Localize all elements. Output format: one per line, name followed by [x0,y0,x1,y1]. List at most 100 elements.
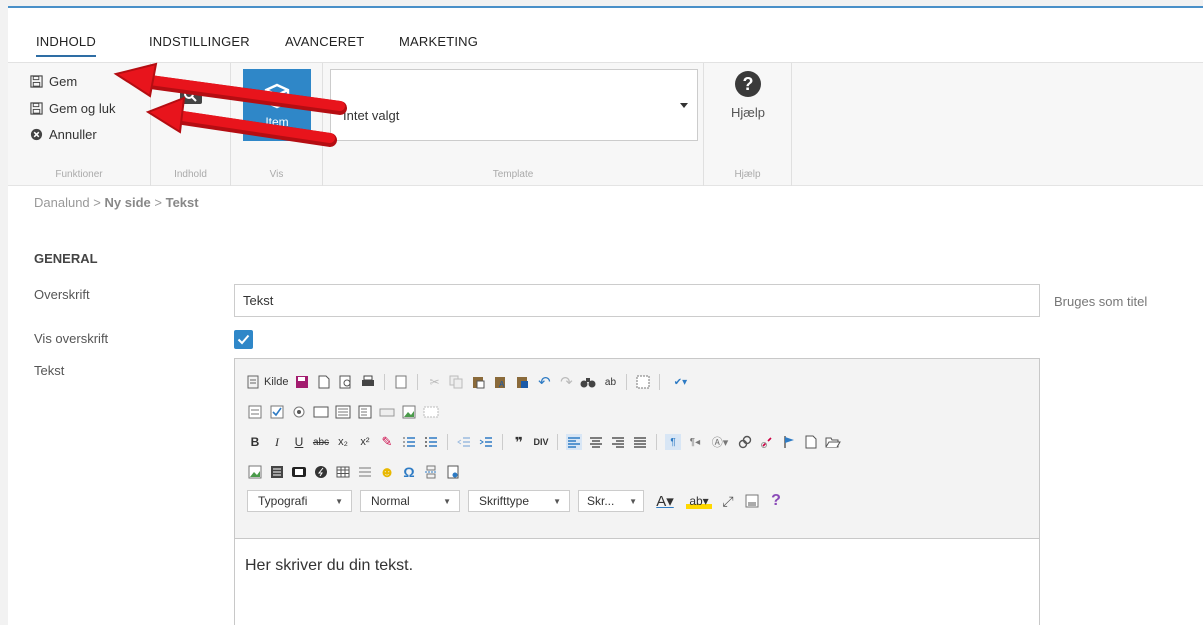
subscript-icon[interactable]: x₂ [335,434,351,450]
source-button[interactable]: Kilde [247,374,288,390]
link-icon[interactable] [737,434,753,450]
hidden-field-icon[interactable] [423,404,439,420]
special-char-icon[interactable]: Ω [401,464,417,480]
floppy-disk-icon [30,102,43,115]
remove-format-icon[interactable]: ✎ [379,434,395,450]
font-size-dropdown-label: Skr... [587,494,615,508]
save-icon[interactable] [294,374,310,390]
paste-icon[interactable] [470,374,486,390]
unlink-icon[interactable] [759,434,775,450]
paste-text-icon[interactable]: A [492,374,508,390]
background-color-icon[interactable]: ab▾ [686,493,712,509]
form-icon[interactable] [247,404,263,420]
view-content-button[interactable]: Vis [157,69,225,141]
align-right-icon[interactable] [610,434,626,450]
table-icon[interactable] [335,464,351,480]
page-break-icon[interactable] [423,464,439,480]
outdent-icon[interactable] [456,434,472,450]
flash-icon[interactable] [313,464,329,480]
align-center-icon[interactable] [588,434,604,450]
format-dropdown[interactable]: Typografi ▼ [247,490,352,512]
print-icon[interactable] [360,374,376,390]
toolbar-separator [417,374,419,390]
bold-icon[interactable]: B [247,434,263,450]
item-view-button[interactable]: Item [243,69,311,141]
italic-icon[interactable]: I [269,434,285,450]
redo-icon[interactable]: ↷ [558,374,574,391]
font-dropdown[interactable]: Skrifttype ▼ [468,490,570,512]
text-direction-ltr-icon[interactable]: ¶ [665,434,681,450]
find-icon[interactable] [580,374,596,390]
item-view-label: Item [265,115,289,129]
tab-advanced[interactable]: AVANCERET [285,34,364,49]
show-blocks-icon[interactable] [744,493,760,509]
heading-input[interactable]: Tekst [234,284,1040,317]
tab-marketing[interactable]: MARKETING [399,34,478,49]
align-justify-icon[interactable] [632,434,648,450]
breadcrumb-separator: > [154,195,162,210]
save-button[interactable]: Gem [30,74,77,89]
iframe-icon[interactable] [445,464,461,480]
editor-content-text[interactable]: Her skriver du din tekst. [245,557,413,575]
document-icon[interactable] [803,434,819,450]
replace-icon[interactable]: ab [602,374,618,390]
help-group-label: Hjælp [734,169,761,180]
folder-open-icon[interactable] [825,434,841,450]
image-icon[interactable] [247,464,263,480]
copy-icon[interactable] [448,374,464,390]
cut-icon[interactable]: ✂ [426,374,442,390]
editor-content-area[interactable]: Her skriver du din tekst. [235,538,1039,625]
smiley-icon[interactable]: ☻ [379,464,395,481]
button-field-icon[interactable] [379,404,395,420]
checkbox-field-icon[interactable] [269,404,285,420]
style-dropdown[interactable]: Normal ▼ [360,490,460,512]
breadcrumb-page[interactable]: Ny side [105,195,151,210]
spellcheck-icon[interactable]: ✔▾ [668,374,692,390]
text-color-icon[interactable]: A▾ [652,493,678,510]
strikethrough-icon[interactable]: abc [313,434,329,450]
editor-toolbar-row [247,401,439,423]
underline-icon[interactable]: U [291,434,307,450]
style-dropdown-label: Normal [371,494,410,508]
blockquote-icon[interactable]: ❞ [511,434,527,450]
superscript-icon[interactable]: x² [357,434,373,450]
text-direction-rtl-icon[interactable]: ¶◂ [687,434,703,450]
bulleted-list-icon[interactable] [423,434,439,450]
save-close-button[interactable]: Gem og luk [30,101,115,116]
tab-settings[interactable]: INDSTILLINGER [149,34,250,49]
select-all-icon[interactable] [635,374,651,390]
textarea-field-icon[interactable] [335,404,351,420]
horizontal-rule-icon[interactable] [357,464,373,480]
font-size-dropdown[interactable]: Skr... ▼ [578,490,644,512]
breadcrumb-root[interactable]: Danalund [34,195,90,210]
template-group-label: Template [492,169,534,180]
about-question-icon[interactable]: ? [768,492,784,509]
cancel-button[interactable]: Annuller [30,127,97,142]
help-button[interactable]: ? Hjælp [708,71,788,120]
align-left-icon[interactable] [566,434,582,450]
content-group: Vis Indhold [151,63,231,186]
media-icon[interactable] [269,464,285,480]
checkmark-icon [237,334,250,345]
templates-icon[interactable] [393,374,409,390]
show-heading-checkbox[interactable] [234,330,253,349]
radio-field-icon[interactable] [291,404,307,420]
new-page-icon[interactable] [316,374,332,390]
video-icon[interactable] [291,464,307,480]
div-container-icon[interactable]: DIV [533,434,549,450]
image-button-icon[interactable] [401,404,417,420]
undo-icon[interactable]: ↶ [536,374,552,391]
anchor-flag-icon[interactable] [781,434,797,450]
indent-icon[interactable] [478,434,494,450]
paste-word-icon[interactable] [514,374,530,390]
template-select[interactable]: Intet valgt [330,69,698,141]
maximize-icon[interactable]: ⤢ [720,493,736,509]
select-field-icon[interactable] [357,404,373,420]
language-icon[interactable]: Ⓐ▾ [709,434,731,450]
preview-icon[interactable] [338,374,354,390]
numbered-list-icon[interactable] [401,434,417,450]
caret-down-icon[interactable] [671,70,697,140]
view-content-label: Vis [182,114,200,128]
text-field-icon[interactable] [313,404,329,420]
tab-content[interactable]: INDHOLD [36,34,96,57]
